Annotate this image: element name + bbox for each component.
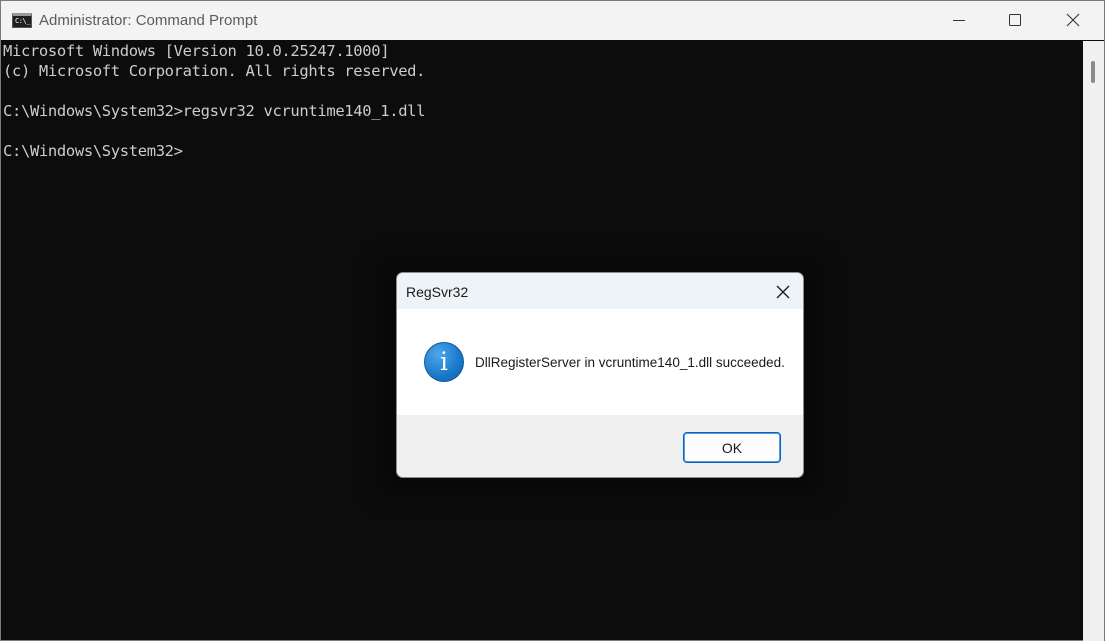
scrollbar-thumb[interactable] xyxy=(1091,61,1095,83)
console-prompt-line[interactable]: C:\Windows\System32> xyxy=(3,141,1083,161)
maximize-icon xyxy=(1009,14,1021,26)
dialog-footer: OK xyxy=(397,415,803,477)
dialog-message: DllRegisterServer in vcruntime140_1.dll … xyxy=(475,355,785,370)
minimize-button[interactable] xyxy=(931,1,989,40)
regsvr32-dialog: RegSvr32 i DllRegisterServer in vcruntim… xyxy=(396,272,804,478)
console-line: C:\Windows\System32>regsvr32 vcruntime14… xyxy=(3,102,426,120)
close-icon xyxy=(1066,13,1080,27)
cmd-icon: C:\_ xyxy=(12,13,32,28)
dialog-close-button[interactable] xyxy=(767,278,799,306)
minimize-icon xyxy=(953,20,965,21)
close-icon xyxy=(776,285,790,299)
close-button[interactable] xyxy=(1045,1,1103,40)
maximize-button[interactable] xyxy=(987,1,1045,40)
dialog-title: RegSvr32 xyxy=(406,284,469,300)
title-bar[interactable]: C:\_ Administrator: Command Prompt xyxy=(1,1,1104,40)
dialog-body: i DllRegisterServer in vcruntime140_1.dl… xyxy=(397,309,803,415)
window-title: Administrator: Command Prompt xyxy=(39,12,258,29)
ok-button[interactable]: OK xyxy=(683,432,781,463)
console-line: Microsoft Windows [Version 10.0.25247.10… xyxy=(3,42,390,60)
dialog-title-bar[interactable]: RegSvr32 xyxy=(397,273,803,309)
info-icon: i xyxy=(424,342,464,382)
vertical-scrollbar[interactable] xyxy=(1083,41,1104,641)
console-line: (c) Microsoft Corporation. All rights re… xyxy=(3,62,426,80)
